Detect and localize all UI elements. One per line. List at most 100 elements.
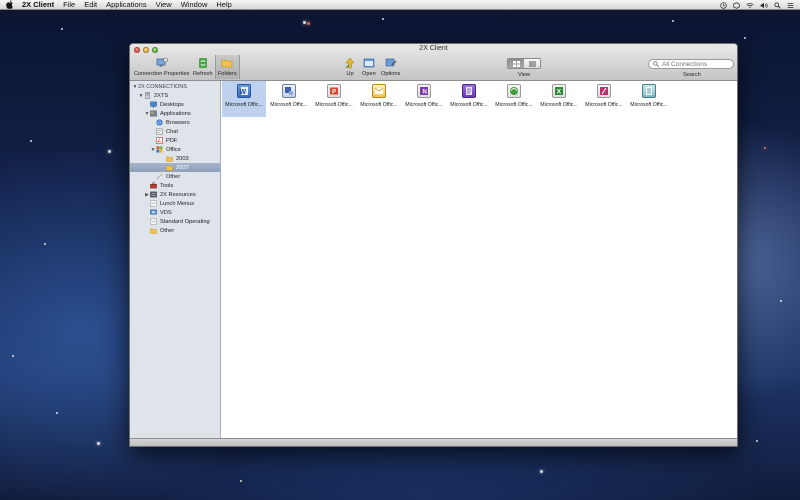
sidebar-item-label: Chat: [166, 128, 179, 135]
office-app-icon: [507, 84, 521, 98]
menu-file[interactable]: File: [63, 0, 75, 9]
folders-button[interactable]: Folders: [215, 55, 240, 79]
sidebar-item-applications[interactable]: ▼ Applications: [130, 109, 221, 118]
app-item[interactable]: Microsoft Offic...: [447, 81, 491, 117]
sidebar-item-label: Tools: [160, 182, 174, 189]
refresh-label: Refresh: [193, 71, 213, 77]
wifi-icon[interactable]: [746, 2, 754, 9]
sidebar-item-label: Other: [166, 173, 181, 180]
sidebar-item-2003[interactable]: 2003: [130, 154, 221, 163]
sidebar-item-2x-resources[interactable]: ▶ 2X Resources: [130, 190, 221, 199]
timemachine-icon[interactable]: [733, 1, 740, 9]
menu-applications[interactable]: Applications: [106, 0, 146, 9]
search-icon: [653, 61, 659, 67]
open-button[interactable]: Open: [362, 57, 376, 77]
menu-view[interactable]: View: [156, 0, 172, 9]
svg-text:P: P: [332, 90, 336, 96]
connection-properties-button[interactable]: Connection Properties: [134, 57, 189, 77]
sidebar-item-browsers[interactable]: Browsers: [130, 118, 221, 127]
globe-icon: [156, 119, 163, 126]
sidebar-item-standard-operating[interactable]: Standard Operating: [130, 217, 221, 226]
menu-window[interactable]: Window: [181, 0, 208, 9]
sidebar-item-other[interactable]: Other: [130, 172, 221, 181]
app-window: 2X Client Connection Properties Refresh …: [129, 43, 738, 447]
toolbox-icon: [150, 182, 157, 189]
sidebar-header[interactable]: ▼ 2X CONNECTIONS: [130, 82, 221, 91]
svg-text:N: N: [423, 90, 427, 96]
app-item-label: Microsoft Offic...: [630, 102, 668, 108]
star: [97, 442, 100, 445]
sidebar-item-2xts[interactable]: ▼ 2XTS: [130, 91, 221, 100]
refresh-icon: [198, 58, 207, 68]
app-item[interactable]: Microsoft Offic...: [357, 81, 401, 117]
office-app-icon: X: [552, 84, 566, 98]
menu-bar: 2X Client File Edit Applications View Wi…: [0, 0, 800, 10]
app-item[interactable]: W Microsoft Offic...: [222, 81, 266, 117]
menu-app-name[interactable]: 2X Client: [22, 0, 54, 9]
spotlight-icon[interactable]: [774, 1, 781, 9]
app-item[interactable]: Microsoft Offic...: [582, 81, 626, 117]
volume-icon[interactable]: [760, 2, 768, 9]
star: [240, 480, 242, 482]
applications-grid: W Microsoft Offic... Microsoft Offic... …: [222, 81, 737, 438]
sidebar-item-label: Desktops: [160, 101, 184, 108]
menu-extras: [720, 0, 794, 10]
star: [44, 243, 46, 245]
star: [744, 37, 746, 39]
sidebar-item-other-2[interactable]: Other: [130, 226, 221, 235]
star: [56, 412, 58, 414]
app-item[interactable]: Microsoft Offic...: [627, 81, 671, 117]
app-item[interactable]: N Microsoft Offic...: [402, 81, 446, 117]
up-label: Up: [346, 71, 354, 77]
notification-list-icon[interactable]: [787, 2, 794, 9]
pdf-icon: [156, 137, 163, 144]
svg-text:X: X: [557, 89, 562, 96]
app-item[interactable]: X Microsoft Offic...: [537, 81, 581, 117]
open-label: Open: [362, 71, 376, 77]
app-item-label: Microsoft Offic...: [585, 102, 623, 108]
office-app-icon: [372, 84, 386, 98]
sidebar-item-office[interactable]: ▼ Office: [130, 145, 221, 154]
sidebar-item-label: 2X Resources: [160, 191, 196, 198]
app-item-label: Microsoft Offic...: [360, 102, 398, 108]
applications-icon: [150, 110, 157, 117]
app-item[interactable]: P Microsoft Offic...: [312, 81, 356, 117]
sidebar-item-tools[interactable]: Tools: [130, 181, 221, 190]
app-item-label: Microsoft Offic...: [315, 102, 353, 108]
office-app-icon: [282, 84, 296, 98]
server-icon: [145, 92, 150, 99]
sidebar-item-chat[interactable]: Chat: [130, 127, 221, 136]
desktop-icon: [150, 101, 157, 108]
sidebar-item-label: Browsers: [166, 119, 190, 126]
apple-icon[interactable]: [6, 0, 14, 9]
star: [780, 300, 782, 302]
up-button[interactable]: Up: [344, 57, 356, 77]
office-app-icon: W: [237, 84, 251, 98]
star: [382, 18, 384, 20]
sidebar-item-pdf[interactable]: PDF: [130, 136, 221, 145]
clock-icon[interactable]: [720, 1, 727, 9]
sidebar-item-2007[interactable]: 2007: [130, 163, 221, 172]
search-input[interactable]: [662, 60, 732, 68]
options-button[interactable]: Options: [381, 57, 400, 77]
sidebar-item-lunch-menus[interactable]: Lunch Menus: [130, 199, 221, 208]
app-item-label: Microsoft Offic...: [495, 102, 533, 108]
office-app-icon: [462, 84, 476, 98]
sidebar-item-desktops[interactable]: Desktops: [130, 100, 221, 109]
list-view-button[interactable]: [524, 59, 540, 68]
sidebar-item-vds[interactable]: VDS: [130, 208, 221, 217]
other-icon: [156, 173, 163, 180]
sidebar-header-label: 2X CONNECTIONS: [138, 83, 187, 90]
search-box: [648, 59, 734, 69]
sidebar-item-label: Lunch Menus: [160, 200, 195, 207]
refresh-button[interactable]: Refresh: [193, 57, 213, 77]
menu-help[interactable]: Help: [216, 0, 231, 9]
app-item[interactable]: Microsoft Offic...: [492, 81, 536, 117]
connections-sidebar: ▼ 2X CONNECTIONS ▼ 2XTS Desktops ▼ Appli…: [130, 81, 221, 438]
search-label: Search: [683, 72, 701, 78]
app-item[interactable]: Microsoft Offic...: [267, 81, 311, 117]
document-icon: [150, 200, 157, 207]
office-icon: [156, 146, 163, 153]
menu-edit[interactable]: Edit: [84, 0, 97, 9]
icon-view-button[interactable]: [508, 59, 524, 68]
